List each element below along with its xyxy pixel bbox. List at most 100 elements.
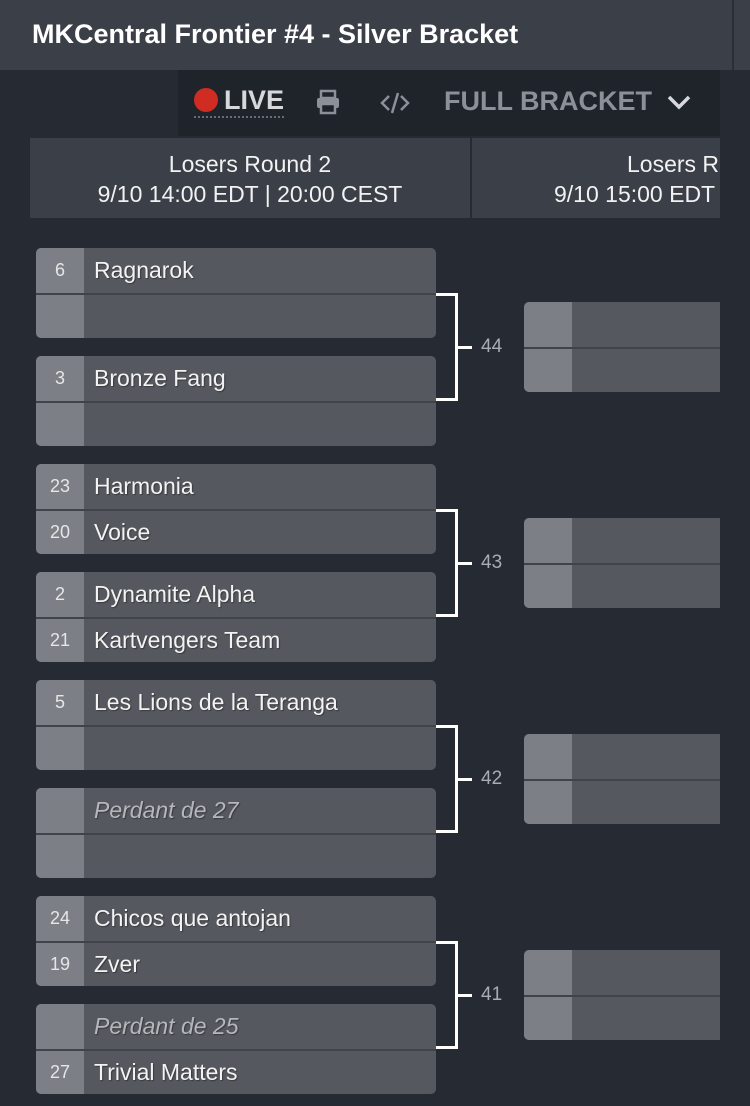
seed-number (524, 950, 572, 995)
next-round-match-card[interactable] (524, 518, 720, 608)
next-round-match-card[interactable] (524, 950, 720, 1040)
match-card[interactable]: 2 Dynamite Alpha 21 Kartvengers Team (36, 572, 436, 662)
round-name: Losers Round 2 (168, 151, 332, 177)
seed-number: 21 (36, 619, 84, 662)
seed-number (36, 403, 84, 446)
seed-number (524, 302, 572, 347)
round-header: Losers Round 3 9/10 15:00 EDT (472, 138, 720, 218)
match-number: 41 (481, 984, 503, 1005)
team-slot[interactable] (36, 293, 436, 338)
live-button[interactable]: LIVE (194, 84, 285, 118)
team-slot[interactable] (36, 833, 436, 878)
next-round-match-card[interactable] (524, 302, 720, 392)
team-slot[interactable] (524, 734, 720, 779)
match-card[interactable]: Perdant de 25 27 Trivial Matters (36, 1004, 436, 1094)
team-slot[interactable]: 3 Bronze Fang (36, 356, 436, 401)
round-header: Losers Round 2 9/10 14:00 EDT | 20:00 CE… (30, 138, 470, 218)
team-slot[interactable]: 5 Les Lions de la Teranga (36, 680, 436, 725)
team-slot[interactable]: Perdant de 27 (36, 788, 436, 833)
seed-number (524, 518, 572, 563)
seed-number: 24 (36, 896, 84, 941)
round-date: 9/10 15:00 EDT (554, 181, 716, 207)
team-name: Harmonia (94, 473, 194, 499)
seed-number: 27 (36, 1051, 84, 1094)
team-slot[interactable] (524, 779, 720, 824)
live-label: LIVE (224, 84, 285, 115)
seed-number (524, 997, 572, 1040)
bracket-connector-tick (458, 994, 472, 997)
round-date: 9/10 14:00 EDT | 20:00 CEST (97, 181, 403, 207)
match-number: 42 (481, 768, 503, 789)
match-card[interactable]: 23 Harmonia 20 Voice (36, 464, 436, 554)
seed-number: 23 (36, 464, 84, 509)
team-slot[interactable] (36, 725, 436, 770)
team-name: Les Lions de la Teranga (94, 689, 338, 715)
team-name: Bronze Fang (94, 365, 226, 391)
team-slot[interactable] (524, 995, 720, 1040)
team-name: Voice (94, 519, 151, 545)
bracket-connector (436, 509, 458, 617)
team-slot[interactable]: 21 Kartvengers Team (36, 617, 436, 662)
team-name: Zver (94, 951, 140, 977)
team-slot[interactable]: 19 Zver (36, 941, 436, 986)
match-card[interactable]: 3 Bronze Fang (36, 356, 436, 446)
seed-number (36, 1004, 84, 1049)
match-card[interactable]: 5 Les Lions de la Teranga (36, 680, 436, 770)
seed-number (36, 835, 84, 878)
seed-number: 19 (36, 943, 84, 986)
next-round-match-card[interactable] (524, 734, 720, 824)
round-name: Losers Round 3 (627, 151, 720, 177)
page-title: MKCentral Frontier #4 - Silver Bracket (32, 19, 519, 49)
seed-number (36, 788, 84, 833)
team-slot[interactable] (36, 401, 436, 446)
team-slot[interactable] (524, 518, 720, 563)
team-slot[interactable]: 27 Trivial Matters (36, 1049, 436, 1094)
bracket-connector-tick (458, 346, 472, 349)
seed-number (524, 781, 572, 824)
printer-icon[interactable] (314, 88, 342, 116)
seed-number: 5 (36, 680, 84, 725)
match-card[interactable]: Perdant de 27 (36, 788, 436, 878)
bracket-connector (436, 293, 458, 401)
bracket-toolbar: LIVE FULL BRACKET (178, 70, 720, 136)
seed-number (524, 349, 572, 392)
team-slot[interactable]: 24 Chicos que antojan (36, 896, 436, 941)
seed-number: 3 (36, 356, 84, 401)
window-edge (732, 0, 734, 70)
match-card[interactable]: 6 Ragnarok (36, 248, 436, 338)
team-name: Dynamite Alpha (94, 581, 256, 607)
team-slot[interactable] (524, 563, 720, 608)
team-slot[interactable]: 20 Voice (36, 509, 436, 554)
team-name: Perdant de 25 (94, 1013, 239, 1039)
team-slot[interactable] (524, 302, 720, 347)
team-slot[interactable] (524, 347, 720, 392)
team-slot[interactable]: Perdant de 25 (36, 1004, 436, 1049)
title-bar: MKCentral Frontier #4 - Silver Bracket (0, 0, 750, 70)
bracket-connector-tick (458, 778, 472, 781)
bracket-connector-tick (458, 562, 472, 565)
team-name: Trivial Matters (94, 1059, 238, 1085)
team-name: Kartvengers Team (94, 627, 281, 653)
seed-number: 20 (36, 511, 84, 554)
full-bracket-button[interactable]: FULL BRACKET (444, 86, 652, 117)
seed-number (36, 295, 84, 338)
seed-number: 2 (36, 572, 84, 617)
match-card[interactable]: 24 Chicos que antojan 19 Zver (36, 896, 436, 986)
team-slot[interactable] (524, 950, 720, 995)
seed-number: 6 (36, 248, 84, 293)
seed-number (36, 727, 84, 770)
match-number: 44 (481, 336, 503, 357)
team-name: Perdant de 27 (94, 797, 239, 823)
match-number: 43 (481, 552, 503, 573)
team-slot[interactable]: 23 Harmonia (36, 464, 436, 509)
code-icon[interactable] (380, 90, 410, 116)
seed-number (524, 565, 572, 608)
chevron-down-icon[interactable] (666, 92, 692, 112)
team-name: Chicos que antojan (94, 905, 291, 931)
team-slot[interactable]: 2 Dynamite Alpha (36, 572, 436, 617)
team-slot[interactable]: 6 Ragnarok (36, 248, 436, 293)
bracket-connector (436, 725, 458, 833)
seed-number (524, 734, 572, 779)
live-dot-icon (194, 88, 218, 112)
team-name: Ragnarok (94, 257, 194, 283)
